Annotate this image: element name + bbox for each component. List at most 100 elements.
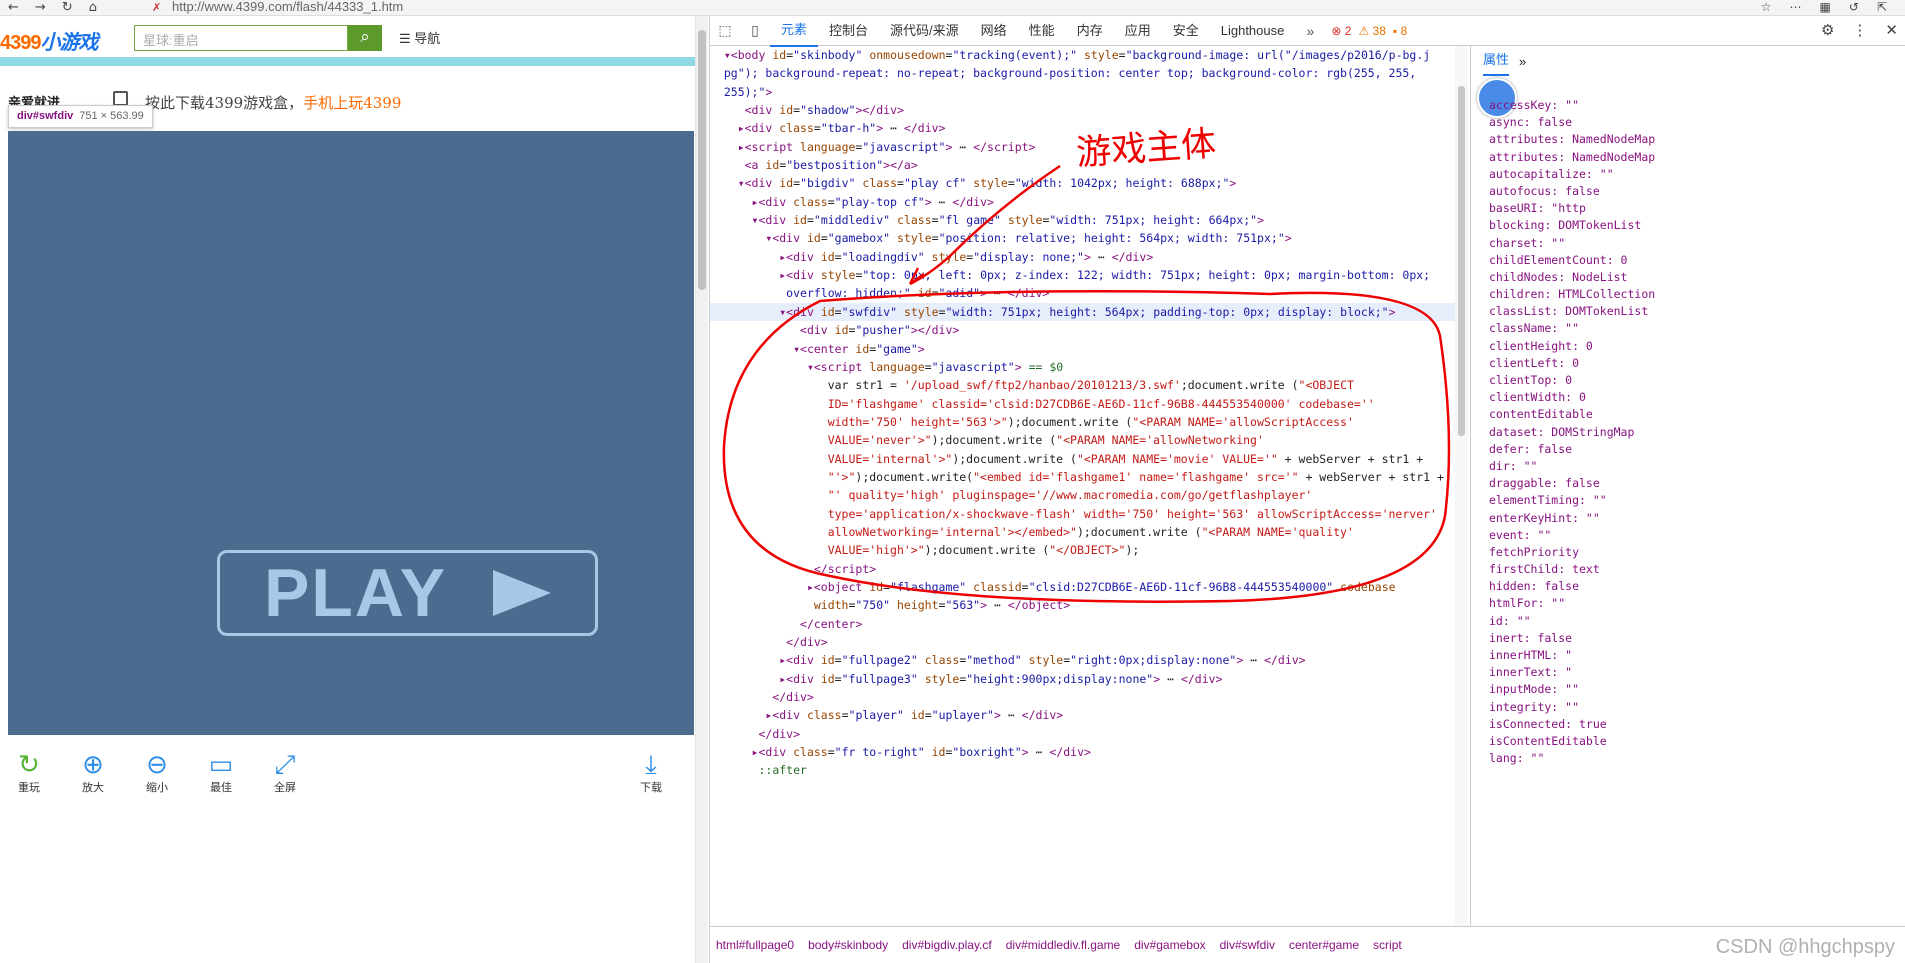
- dom-tree-scrollbar[interactable]: [1455, 46, 1468, 926]
- property-item[interactable]: classList: DOMTokenList: [1471, 304, 1905, 321]
- home-icon[interactable]: ⌂: [89, 0, 97, 15]
- property-item[interactable]: dir: "": [1471, 459, 1905, 476]
- dom-node[interactable]: </div>: [710, 633, 1455, 651]
- property-item[interactable]: childNodes: NodeList: [1471, 270, 1905, 287]
- dom-node[interactable]: <div id="shadow"></div>: [710, 101, 1455, 119]
- play-button[interactable]: PLAY: [217, 550, 598, 636]
- dom-node[interactable]: ▸<div class="player" id="uplayer"> ⋯ </d…: [710, 706, 1455, 724]
- tab-console[interactable]: 控制台: [818, 16, 879, 46]
- property-item[interactable]: autofocus: false: [1471, 184, 1905, 201]
- property-item[interactable]: attributes: NamedNodeMap: [1471, 132, 1905, 149]
- best-fit-button[interactable]: ▭ 最佳: [196, 749, 246, 795]
- property-item[interactable]: firstChild: text: [1471, 562, 1905, 579]
- dom-node[interactable]: ▸<div style="top: 0px; left: 0px; z-inde…: [710, 266, 1455, 284]
- property-item[interactable]: lang: "": [1471, 751, 1905, 768]
- tab-sources[interactable]: 源代码/来源: [879, 16, 970, 46]
- search-input[interactable]: 星球:重启: [134, 25, 348, 51]
- dom-node-selected[interactable]: ▾<div id="swfdiv" style="width: 751px; h…: [710, 302, 1455, 322]
- address-bar[interactable]: http://www.4399.com/flash/44333_1.htm: [172, 0, 403, 16]
- property-item[interactable]: clientWidth: 0: [1471, 390, 1905, 407]
- game-area[interactable]: PLAY: [8, 131, 694, 735]
- tab-lighthouse[interactable]: Lighthouse: [1210, 16, 1296, 46]
- fullscreen-button[interactable]: ⤢ 全屏: [260, 749, 310, 795]
- more-panels-icon[interactable]: »: [1519, 54, 1526, 69]
- tab-security[interactable]: 安全: [1162, 16, 1210, 46]
- breadcrumb-item[interactable]: div#bigdiv.play.cf: [902, 938, 992, 952]
- dom-node[interactable]: overflow: hidden;" id="adid"> ⋯ </div>: [710, 284, 1455, 302]
- tab-memory[interactable]: 内存: [1066, 16, 1114, 46]
- breadcrumb-item[interactable]: html#fullpage0: [716, 938, 794, 952]
- property-item[interactable]: fetchPriority: [1471, 545, 1905, 562]
- share-icon[interactable]: ⇱: [1877, 0, 1887, 14]
- breadcrumb-item[interactable]: div#middlediv.fl.game: [1006, 938, 1121, 952]
- forward-icon[interactable]: →: [35, 0, 46, 15]
- more-tabs-icon[interactable]: »: [1295, 23, 1325, 39]
- property-item[interactable]: children: HTMLCollection: [1471, 287, 1905, 304]
- settings-gear-icon[interactable]: ⚙: [1821, 16, 1834, 46]
- property-item[interactable]: clientTop: 0: [1471, 373, 1905, 390]
- dom-node[interactable]: ▸<div id="fullpage2" class="method" styl…: [710, 651, 1455, 669]
- tab-performance[interactable]: 性能: [1018, 16, 1066, 46]
- promo-banner[interactable]: 按此下载4399游戏盒，手机上玩4399: [145, 92, 401, 113]
- zoom-in-button[interactable]: ⊕ 放大: [68, 749, 118, 795]
- device-toolbar-icon[interactable]: ▯: [740, 22, 770, 39]
- property-item[interactable]: draggable: false: [1471, 476, 1905, 493]
- more-icon[interactable]: ⋯: [1790, 0, 1802, 14]
- dom-node[interactable]: ▸<div id="fullpage3" style="height:900px…: [710, 670, 1455, 688]
- property-item[interactable]: htmlFor: "": [1471, 596, 1905, 613]
- replay-button[interactable]: ↻ 重玩: [4, 749, 54, 795]
- dom-node[interactable]: ▸<div class="play-top cf"> ⋯ </div>: [710, 193, 1455, 211]
- dom-node[interactable]: ▾<script language="javascript"> == $0: [710, 358, 1455, 376]
- close-icon[interactable]: ✕: [1885, 16, 1898, 46]
- download-button[interactable]: ⤓ 下载: [626, 749, 676, 795]
- dom-node[interactable]: ▸<object id="flashgame" classid="clsid:D…: [710, 578, 1455, 596]
- tab-properties[interactable]: 属性: [1483, 46, 1510, 76]
- extensions-icon[interactable]: ▦: [1820, 0, 1831, 14]
- page-scrollbar[interactable]: [695, 16, 708, 963]
- dom-node[interactable]: ▸<div id="loadingdiv" style="display: no…: [710, 248, 1455, 266]
- search-button[interactable]: ⌕: [348, 25, 382, 51]
- dom-node[interactable]: </script>: [710, 560, 1455, 578]
- property-item[interactable]: defer: false: [1471, 442, 1905, 459]
- property-item[interactable]: isConnected: true: [1471, 717, 1905, 734]
- property-item[interactable]: innerText: ": [1471, 665, 1905, 682]
- tab-elements[interactable]: 元素: [770, 15, 819, 47]
- nav-menu-button[interactable]: ☰ 导航: [399, 28, 440, 47]
- breadcrumb-item[interactable]: center#game: [1289, 938, 1359, 952]
- dom-node[interactable]: </div>: [710, 688, 1455, 706]
- property-item[interactable]: attributes: NamedNodeMap: [1471, 150, 1905, 167]
- dom-node[interactable]: ▾<div id="bigdiv" class="play cf" style=…: [710, 174, 1455, 192]
- property-item[interactable]: inputMode: "": [1471, 682, 1905, 699]
- property-item[interactable]: hidden: false: [1471, 579, 1905, 596]
- property-item[interactable]: contentEditable: [1471, 407, 1905, 424]
- dom-node[interactable]: ▾<body id="skinbody" onmousedown="tracki…: [710, 46, 1455, 64]
- star-icon[interactable]: ☆: [1761, 0, 1772, 14]
- breadcrumb-item[interactable]: div#gamebox: [1134, 938, 1205, 952]
- property-item[interactable]: elementTiming: "": [1471, 493, 1905, 510]
- zoom-out-button[interactable]: ⊖ 缩小: [132, 749, 182, 795]
- breadcrumb-item[interactable]: script: [1373, 938, 1402, 952]
- dom-node[interactable]: </center>: [710, 615, 1455, 633]
- property-item[interactable]: id: "": [1471, 614, 1905, 631]
- property-item[interactable]: className: "": [1471, 321, 1905, 338]
- reload-icon[interactable]: ↻: [62, 0, 73, 15]
- property-item[interactable]: event: "": [1471, 528, 1905, 545]
- dom-node[interactable]: <div id="pusher"></div>: [710, 321, 1455, 339]
- property-item[interactable]: integrity: "": [1471, 700, 1905, 717]
- dom-node[interactable]: 255);">: [710, 83, 1455, 101]
- dom-node[interactable]: ▾<div id="middlediv" class="fl game" sty…: [710, 211, 1455, 229]
- site-logo[interactable]: 4399小游戏: [0, 26, 99, 55]
- dom-node[interactable]: </div>: [710, 725, 1455, 743]
- dom-tree[interactable]: ▾<body id="skinbody" onmousedown="tracki…: [710, 46, 1455, 926]
- property-item[interactable]: enterKeyHint: "": [1471, 511, 1905, 528]
- security-warning-icon[interactable]: ✗: [152, 1, 161, 14]
- dom-node[interactable]: width="750" height="563"> ⋯ </object>: [710, 596, 1455, 614]
- property-item[interactable]: baseURI: "http: [1471, 201, 1905, 218]
- page-scrollbar-thumb[interactable]: [698, 30, 706, 290]
- property-item[interactable]: autocapitalize: "": [1471, 167, 1905, 184]
- issue-counters[interactable]: ⊗ 2 ⚠ 38 ▪ 8: [1331, 24, 1407, 38]
- history-icon[interactable]: ↺: [1849, 0, 1859, 14]
- dom-node[interactable]: pg"); background-repeat: no-repeat; back…: [710, 64, 1455, 82]
- property-item[interactable]: inert: false: [1471, 631, 1905, 648]
- dom-node[interactable]: ▾<div id="gamebox" style="position: rela…: [710, 229, 1455, 247]
